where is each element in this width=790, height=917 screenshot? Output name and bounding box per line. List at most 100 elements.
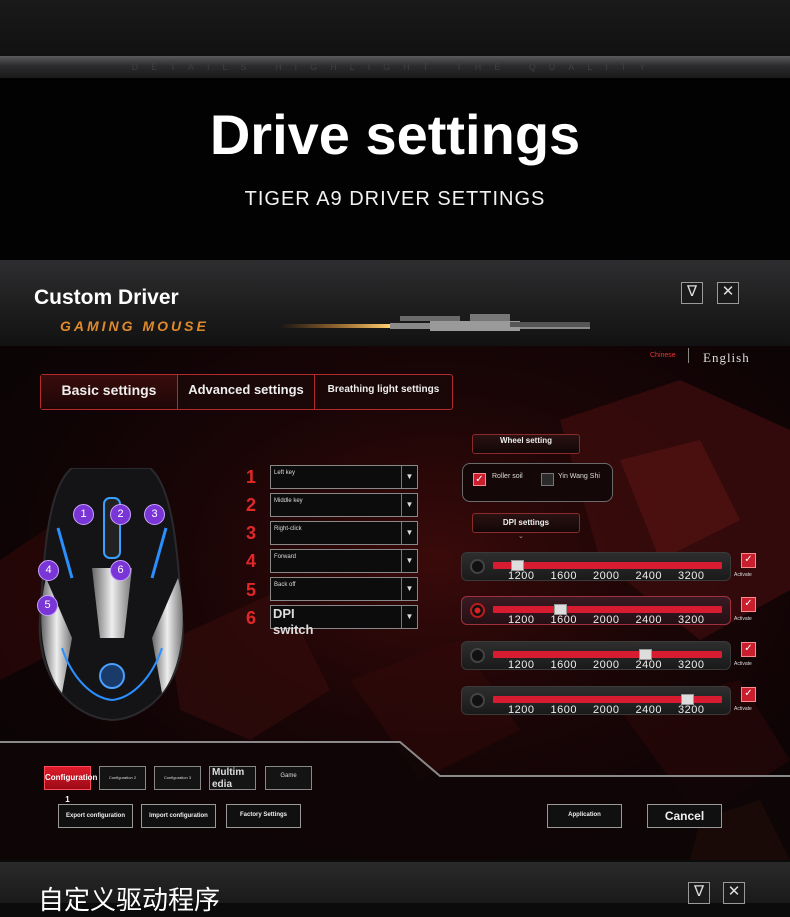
key-select-3-value: Right-click [274,526,302,532]
activate-label: Activate [734,706,752,712]
language-separator [688,348,689,363]
wheel-setting-label: Wheel setting [472,434,580,454]
key-select-3[interactable]: Right-click ▼ [270,521,418,545]
dpi-level-labels: 1200 1600 2000 2400 3200 [500,614,713,626]
key-select-5[interactable]: Back off ▼ [270,577,418,601]
dpi-level-label: 1200 [508,614,535,626]
activate-checkbox[interactable]: ✓ [741,553,756,568]
key-number-1: 1 [245,467,256,487]
dropdown-arrow-icon: ▼ [401,606,417,628]
dpi-level-label: 2400 [635,704,662,716]
dpi-level-label: 1600 [550,614,577,626]
dpi-level-label: 2400 [635,614,662,626]
window-title: Custom Driver [34,286,179,309]
dpi-level-label: 1600 [550,659,577,671]
cancel-button[interactable]: Cancel [647,804,722,828]
dpi-level-label: 3200 [678,614,705,626]
dpi-level-label: 1600 [550,704,577,716]
key-number-3: 3 [245,523,256,543]
import-configuration-button[interactable]: Import configuration [141,804,216,828]
dpi-level-label: 2000 [593,614,620,626]
dpi-level-label: 1200 [508,570,535,582]
dpi-slider-track[interactable] [493,562,722,569]
dpi-level-label: 1600 [550,570,577,582]
rifle-graphic [280,314,590,331]
yin-wang-shi-checkbox[interactable] [541,473,554,486]
dropdown-arrow-icon: ▼ [401,466,417,488]
mouse-button-badge-1: 1 [73,504,94,525]
dpi-level-label: 3200 [678,570,705,582]
language-english-link[interactable]: English [703,350,750,366]
dpi-level-label: 1200 [508,659,535,671]
minimize-icon[interactable]: ∇ [688,882,710,904]
key-number-6: 6 [245,608,256,628]
second-window-title: 自定义驱动程序 [38,886,221,916]
application-button[interactable]: Application [547,804,622,828]
dpi-level-label: 2400 [635,659,662,671]
tab-advanced-settings[interactable]: Advanced settings [178,375,315,409]
key-select-2[interactable]: Middle key ▼ [270,493,418,517]
driver-window: Custom Driver GAMING MOUSE ∇ ✕ Chinese E… [0,260,790,860]
mouse-button-badge-3: 3 [144,504,165,525]
dropdown-arrow-icon: ▼ [401,578,417,600]
dropdown-arrow-icon: ▼ [401,522,417,544]
key-select-4[interactable]: Forward ▼ [270,549,418,573]
dpi-level-label: 2000 [593,704,620,716]
dpi-level-label: 3200 [678,659,705,671]
key-number-4: 4 [245,551,256,571]
settings-tabs: Basic settings Advanced settings Breathi… [40,374,453,410]
dropdown-arrow-icon: ▼ [401,550,417,572]
dpi-level-label: 1200 [508,704,535,716]
close-icon[interactable]: ✕ [723,882,745,904]
roller-soil-checkbox[interactable]: ✓ [473,473,486,486]
dpi-slider-track[interactable] [493,606,722,613]
dpi-level-label: 2000 [593,570,620,582]
dpi-radio[interactable] [470,693,485,708]
activate-checkbox[interactable]: ✓ [741,597,756,612]
key-select-4-value: Forward [274,554,297,560]
activate-checkbox[interactable]: ✓ [741,687,756,702]
config-3-button[interactable]: Configuration 3 [154,766,201,790]
key-select-6-value: DPI switch [273,606,314,637]
dpi-level-labels: 1200 1600 2000 2400 3200 [500,570,713,582]
export-configuration-button[interactable]: Export configuration [58,804,133,828]
config-2-button[interactable]: Configuration 2 [99,766,146,790]
factory-settings-button[interactable]: Factory Settings [226,804,301,828]
close-icon[interactable]: ✕ [717,282,739,304]
top-dark-band [0,0,790,56]
mouse-button-badge-5: 5 [37,595,58,616]
roller-soil-label: Roller soil [492,473,523,480]
config-game-button[interactable]: Game [265,766,312,790]
chevron-down-icon: ⌄ [518,533,524,540]
language-chinese-link[interactable]: Chinese [650,352,676,359]
key-select-5-value: Back off [274,582,296,588]
config-multimedia-button[interactable]: Multim edia [209,766,256,790]
tab-basic-settings[interactable]: Basic settings [41,375,178,409]
dpi-level-label: 2400 [635,570,662,582]
dpi-slider-track[interactable] [493,651,722,658]
key-select-2-value: Middle key [274,498,303,504]
window-subtitle: GAMING MOUSE [60,318,209,334]
activate-label: Activate [734,616,752,622]
mouse-button-badge-2: 2 [110,504,131,525]
key-select-6[interactable]: DPI switch ▼ [270,605,418,637]
mouse-button-badge-4: 4 [38,560,59,581]
activate-checkbox[interactable]: ✓ [741,642,756,657]
minimize-icon[interactable]: ∇ [681,282,703,304]
dpi-level-label: 2000 [593,659,620,671]
dpi-level-labels: 1200 1600 2000 2400 3200 [500,704,713,716]
banner-tagline: DETAILS HIGHLIGHT THE QUALITY [131,62,659,72]
activate-label: Activate [734,661,752,667]
dpi-radio[interactable] [470,559,485,574]
config-1-button[interactable]: Configuration 1 [44,766,97,804]
dpi-settings-label: DPI settings [472,513,580,533]
key-select-1-value: Left key [274,470,296,476]
dropdown-arrow-icon: ▼ [401,494,417,516]
dpi-radio[interactable] [470,648,485,663]
dpi-radio[interactable] [470,603,485,618]
key-number-5: 5 [245,580,256,600]
tab-breathing-light-settings[interactable]: Breathing light settings [315,375,452,409]
key-select-1[interactable]: Left key ▼ [270,465,418,489]
banner-subtitle: TIGER A9 DRIVER SETTINGS [244,188,546,210]
yin-wang-shi-label: Yin Wang Shi [558,473,600,480]
